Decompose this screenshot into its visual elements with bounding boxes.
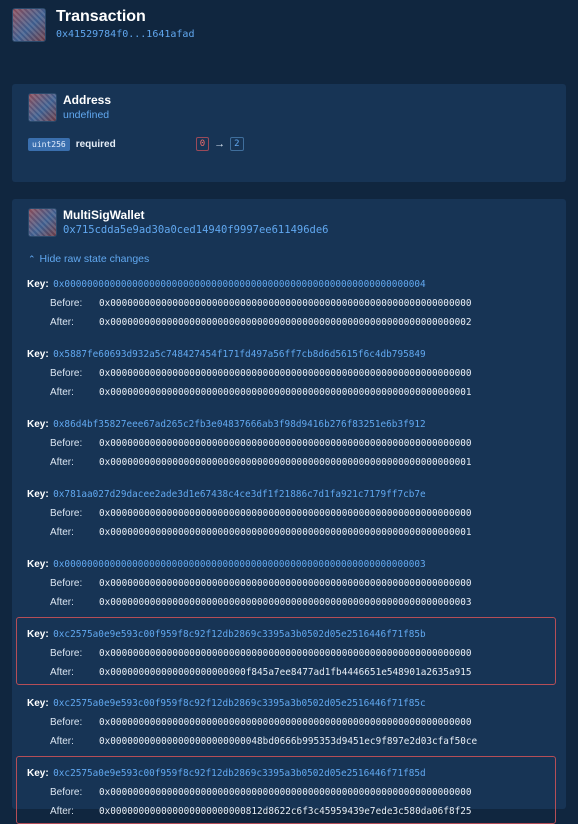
key-value: 0xc2575a0e9e593c00f959f8c92f12db2869c339… [53, 698, 426, 709]
transaction-header: Transaction 0x41529784f0...1641afad [12, 8, 194, 42]
after-value: 0x00000000000000000000000000000000000000… [99, 317, 472, 328]
before-line: Before: 0x0000000000000000000000000000000… [27, 781, 555, 800]
state-change-item: Key: 0xc2575a0e9e593c00f959f8c92f12db286… [12, 692, 566, 749]
toggle-label: Hide raw state changes [39, 253, 150, 265]
state-change-item: Key: 0xc2575a0e9e593c00f959f8c92f12db286… [16, 756, 556, 824]
key-value: 0x781aa027d29dacee2ade3d1e67438c4ce3df1f… [53, 489, 426, 500]
before-line: Before: 0x0000000000000000000000000000000… [27, 362, 566, 381]
new-value: 2 [230, 137, 244, 151]
after-value: 0x00000000000000000000000000000000000000… [99, 387, 472, 398]
key-label: Key: [27, 698, 49, 709]
before-value: 0x00000000000000000000000000000000000000… [99, 648, 472, 659]
after-value: 0x00000000000000000000000000000000000000… [99, 597, 472, 608]
key-label: Key: [27, 349, 49, 360]
before-value: 0x00000000000000000000000000000000000000… [99, 578, 472, 589]
before-line: Before: 0x0000000000000000000000000000000… [27, 502, 566, 521]
chevron-up-icon: ⌃ [28, 253, 36, 264]
key-value: 0xc2575a0e9e593c00f959f8c92f12db2869c339… [53, 768, 426, 779]
after-line: After: 0x000000000000000000000000f845a7ee… [27, 661, 555, 680]
after-label: After: [50, 387, 74, 398]
before-line: Before: 0x0000000000000000000000000000000… [27, 292, 566, 311]
key-value: 0x00000000000000000000000000000000000000… [53, 279, 426, 290]
before-line: Before: 0x0000000000000000000000000000000… [27, 711, 566, 730]
transaction-hash-link[interactable]: 0x41529784f0...1641afad [56, 29, 194, 40]
after-label: After: [50, 597, 74, 608]
address-card-subtitle: undefined [63, 109, 110, 121]
state-change-item: Key: 0xc2575a0e9e593c00f959f8c92f12db286… [16, 617, 556, 685]
after-label: After: [50, 806, 74, 817]
key-value: 0x00000000000000000000000000000000000000… [53, 559, 426, 570]
after-line: After: 0x00000000000000000000000000000000… [27, 381, 566, 400]
key-line: Key: 0xc2575a0e9e593c00f959f8c92f12db286… [27, 623, 555, 642]
after-value: 0x00000000000000000000000000000000000000… [99, 527, 472, 538]
key-label: Key: [27, 489, 49, 500]
after-value: 0x000000000000000000000000812d8622c6f3c4… [99, 806, 472, 817]
address-card-title: Address [63, 93, 112, 107]
key-label: Key: [27, 419, 49, 430]
after-label: After: [50, 457, 74, 468]
before-value: 0x00000000000000000000000000000000000000… [99, 438, 472, 449]
before-value: 0x00000000000000000000000000000000000000… [99, 298, 472, 309]
arrow-right-icon: → [214, 138, 226, 150]
address-avatar [28, 93, 57, 122]
after-line: After: 0x00000000000000000000000000000000… [27, 591, 566, 610]
address-card: Address undefined uint256 required 0 → 2 [12, 84, 566, 182]
after-line: After: 0x000000000000000000000000812d8622… [27, 800, 555, 819]
wallet-card-title: MultiSigWallet [63, 208, 145, 222]
param-name: required [75, 138, 116, 150]
state-change-item: Key: 0x000000000000000000000000000000000… [12, 273, 566, 330]
state-change-item: Key: 0x781aa027d29dacee2ade3d1e67438c4ce… [12, 483, 566, 540]
after-value: 0x000000000000000000000000048bd0666b9953… [99, 736, 478, 747]
before-value: 0x00000000000000000000000000000000000000… [99, 787, 472, 798]
after-line: After: 0x000000000000000000000000048bd066… [27, 730, 566, 749]
param-row: uint256 required 0 → 2 [12, 122, 566, 151]
before-line: Before: 0x0000000000000000000000000000000… [27, 432, 566, 451]
after-value: 0x00000000000000000000000000000000000000… [99, 457, 472, 468]
state-change-item: Key: 0x5887fe60693d932a5c748427454f171fd… [12, 343, 566, 400]
key-label: Key: [27, 768, 49, 779]
after-label: After: [50, 527, 74, 538]
key-line: Key: 0xc2575a0e9e593c00f959f8c92f12db286… [27, 692, 566, 711]
after-line: After: 0x00000000000000000000000000000000… [27, 451, 566, 470]
page-title: Transaction [56, 8, 146, 25]
after-value: 0x000000000000000000000000f845a7ee8477ad… [99, 667, 472, 678]
after-label: After: [50, 736, 74, 747]
transaction-avatar [12, 8, 46, 42]
key-label: Key: [27, 629, 49, 640]
key-line: Key: 0x000000000000000000000000000000000… [27, 273, 566, 292]
multisig-wallet-card: MultiSigWallet 0x715cdda5e9ad30a0ced1494… [12, 199, 566, 824]
key-label: Key: [27, 559, 49, 570]
before-value: 0x00000000000000000000000000000000000000… [99, 717, 472, 728]
before-value: 0x00000000000000000000000000000000000000… [99, 368, 472, 379]
state-changes-list: Key: 0x000000000000000000000000000000000… [12, 265, 566, 824]
key-value: 0xc2575a0e9e593c00f959f8c92f12db2869c339… [53, 629, 426, 640]
state-change-item: Key: 0x000000000000000000000000000000000… [12, 553, 566, 610]
before-line: Before: 0x0000000000000000000000000000000… [27, 642, 555, 661]
after-line: After: 0x00000000000000000000000000000000… [27, 311, 566, 330]
key-label: Key: [27, 279, 49, 290]
key-value: 0x5887fe60693d932a5c748427454f171fd497a5… [53, 349, 426, 360]
before-line: Before: 0x0000000000000000000000000000000… [27, 572, 566, 591]
key-value: 0x86d4bf35827eee67ad265c2fb3e04837666ab3… [53, 419, 426, 430]
hide-raw-state-toggle[interactable]: ⌃ Hide raw state changes [12, 237, 566, 265]
after-line: After: 0x00000000000000000000000000000000… [27, 521, 566, 540]
state-change-item: Key: 0x86d4bf35827eee67ad265c2fb3e048376… [12, 413, 566, 470]
key-line: Key: 0xc2575a0e9e593c00f959f8c92f12db286… [27, 762, 555, 781]
key-line: Key: 0x5887fe60693d932a5c748427454f171fd… [27, 343, 566, 362]
key-line: Key: 0x000000000000000000000000000000000… [27, 553, 566, 572]
wallet-avatar [28, 208, 57, 237]
wallet-address-link[interactable]: 0x715cdda5e9ad30a0ced14940f9997ee611496d… [63, 224, 329, 236]
key-line: Key: 0x86d4bf35827eee67ad265c2fb3e048376… [27, 413, 566, 432]
after-label: After: [50, 667, 74, 678]
key-line: Key: 0x781aa027d29dacee2ade3d1e67438c4ce… [27, 483, 566, 502]
after-label: After: [50, 317, 74, 328]
before-value: 0x00000000000000000000000000000000000000… [99, 508, 472, 519]
type-badge: uint256 [28, 137, 70, 151]
old-value: 0 [195, 137, 210, 151]
